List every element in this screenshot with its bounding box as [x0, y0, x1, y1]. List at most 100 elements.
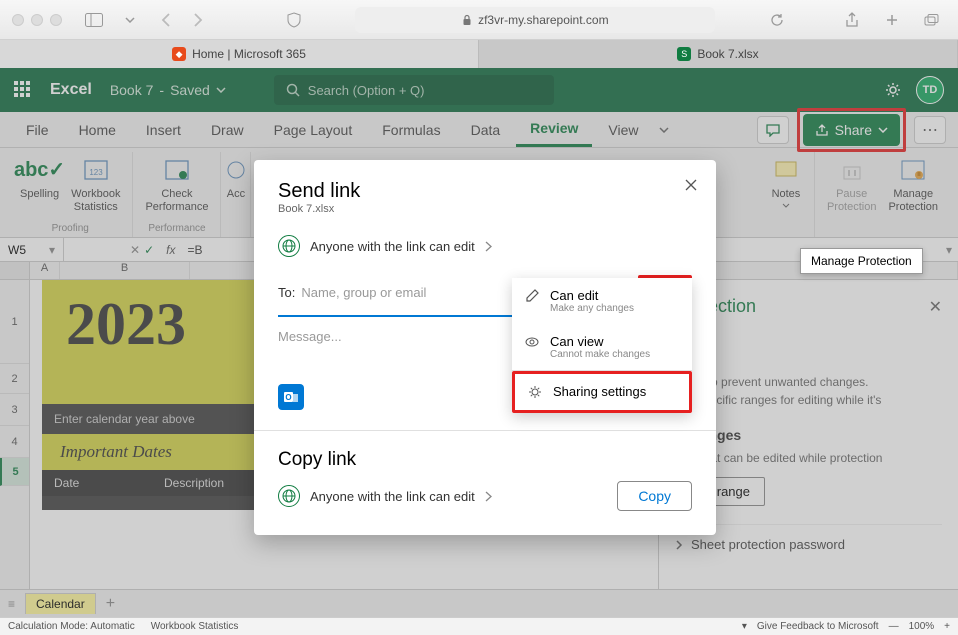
expand-formula-bar-icon[interactable]: ▾	[940, 243, 958, 257]
ribbon-tab-strip: File Home Insert Draw Page Layout Formul…	[0, 112, 958, 148]
zoom-out-icon[interactable]: —	[889, 621, 899, 632]
tab-data[interactable]: Data	[457, 112, 515, 147]
avatar[interactable]: TD	[916, 76, 944, 104]
col-header-b[interactable]: B	[60, 262, 190, 279]
comments-button[interactable]	[757, 116, 789, 144]
row-header-1[interactable]: 1	[0, 280, 29, 364]
cancel-edit-icon[interactable]: ✕	[130, 243, 140, 257]
sheet-tab-strip: ≡ Calendar +	[0, 589, 958, 617]
minimize-window-icon[interactable]	[31, 14, 43, 26]
option-can-view[interactable]: Can view Cannot make changes	[512, 324, 692, 370]
row-header-3[interactable]: 3	[0, 394, 29, 426]
copy-link-permission[interactable]: Anyone with the link can edit	[278, 485, 492, 507]
chevron-down-icon	[878, 127, 888, 133]
svg-text:O: O	[285, 393, 291, 402]
shield-icon[interactable]	[280, 8, 308, 32]
new-tab-icon[interactable]	[878, 8, 906, 32]
dropdown-indicator[interactable]: ▾	[742, 621, 747, 632]
feedback-link[interactable]: Give Feedback to Microsoft	[757, 621, 879, 632]
row-headers: 1 2 3 4 5	[0, 280, 30, 589]
chevron-down-icon[interactable]	[659, 127, 669, 133]
tab-draw[interactable]: Draw	[197, 112, 258, 147]
office-icon: ◆	[172, 47, 186, 61]
col-header-a[interactable]: A	[30, 262, 60, 279]
check-performance-button[interactable]: Check Performance	[141, 152, 212, 216]
close-icon[interactable]	[684, 178, 698, 192]
accessibility-button[interactable]: Acc	[216, 152, 256, 203]
spelling-button[interactable]: abc✓ Spelling	[16, 152, 63, 216]
notes-button[interactable]: Notes	[766, 152, 806, 210]
row-header-5[interactable]: 5	[0, 458, 29, 486]
share-button[interactable]: Share	[803, 114, 900, 146]
search-input[interactable]: Search (Option + Q)	[274, 75, 554, 105]
ribbon-group-performance: Check Performance Performance	[133, 152, 221, 237]
add-sheet-icon[interactable]: +	[106, 595, 115, 613]
tabs-overview-icon[interactable]	[918, 8, 946, 32]
comment-icon	[765, 123, 781, 137]
row-header-4[interactable]: 4	[0, 426, 29, 458]
copy-link-heading: Copy link	[278, 449, 692, 471]
link-permission-row[interactable]: Anyone with the link can edit	[278, 227, 692, 265]
fx-icon[interactable]: fx	[160, 243, 181, 257]
row-header-2[interactable]: 2	[0, 364, 29, 394]
option-sharing-settings[interactable]: Sharing settings	[515, 374, 689, 410]
chevron-down-icon[interactable]	[116, 8, 144, 32]
forward-icon[interactable]	[184, 8, 212, 32]
dialog-subtitle: Book 7.xlsx	[278, 203, 692, 215]
chevron-right-icon	[675, 539, 683, 551]
share-arrow-icon	[815, 123, 829, 137]
tab-review[interactable]: Review	[516, 112, 592, 147]
share-icon[interactable]	[838, 8, 866, 32]
app-launcher-icon[interactable]	[14, 81, 32, 99]
sidebar-toggle-icon[interactable]	[80, 8, 108, 32]
document-title[interactable]: Book 7 - Saved	[110, 82, 226, 98]
excel-file-icon: S	[677, 47, 691, 61]
close-icon[interactable]: ✕	[929, 297, 942, 317]
all-sheets-icon[interactable]: ≡	[8, 597, 15, 611]
pencil-icon	[524, 288, 540, 304]
outlook-icon[interactable]: O	[278, 384, 304, 410]
window-controls	[12, 14, 62, 26]
tab-page-layout[interactable]: Page Layout	[260, 112, 367, 147]
tab-formulas[interactable]: Formulas	[368, 112, 454, 147]
share-button-highlight: Share	[797, 108, 906, 152]
zoom-in-icon[interactable]: +	[944, 621, 950, 632]
tab-file[interactable]: File	[12, 112, 63, 147]
search-icon	[286, 83, 300, 97]
zoom-window-icon[interactable]	[50, 14, 62, 26]
confirm-edit-icon[interactable]: ✓	[144, 243, 154, 257]
zoom-level[interactable]: 100%	[909, 621, 935, 632]
ribbon-group-accessibility: Acc	[221, 152, 251, 237]
select-all-corner[interactable]	[0, 262, 30, 279]
globe-icon	[278, 235, 300, 257]
close-window-icon[interactable]	[12, 14, 24, 26]
safari-tab-home[interactable]: ◆ Home | Microsoft 365	[0, 40, 479, 68]
dialog-title: Send link	[278, 180, 692, 203]
safari-tab-label: Book 7.xlsx	[697, 47, 758, 61]
tab-view[interactable]: View	[594, 112, 652, 147]
ribbon-group-protection: Pause Protection Manage Protection	[815, 152, 950, 237]
group-label: Proofing	[52, 223, 89, 237]
workbook-stats-button[interactable]: 123 Workbook Statistics	[67, 152, 124, 216]
notes-icon	[770, 154, 802, 186]
safari-tab-label: Home | Microsoft 365	[192, 47, 306, 61]
ribbon-group-notes: Notes	[758, 152, 815, 237]
chevron-right-icon	[485, 241, 492, 252]
tab-home[interactable]: Home	[65, 112, 130, 147]
gear-icon[interactable]	[884, 81, 902, 99]
chevron-down-icon	[782, 203, 790, 208]
manage-protection-button[interactable]: Manage Protection	[884, 152, 942, 216]
calc-mode[interactable]: Calculation Mode: Automatic	[8, 621, 135, 632]
option-can-edit[interactable]: Can edit Make any changes	[512, 278, 692, 324]
sheet-tab-calendar[interactable]: Calendar	[25, 593, 96, 614]
safari-tab-book[interactable]: S Book 7.xlsx	[479, 40, 958, 68]
reload-icon[interactable]	[763, 8, 791, 32]
wb-stats-link[interactable]: Workbook Statistics	[151, 621, 239, 632]
url-bar[interactable]: zf3vr-my.sharepoint.com	[355, 7, 715, 33]
chevron-right-icon	[485, 491, 492, 502]
tab-insert[interactable]: Insert	[132, 112, 195, 147]
name-box[interactable]: W5▾	[0, 238, 64, 261]
copy-button[interactable]: Copy	[617, 481, 692, 511]
more-button[interactable]: ⋯	[914, 116, 946, 144]
back-icon[interactable]	[152, 8, 180, 32]
